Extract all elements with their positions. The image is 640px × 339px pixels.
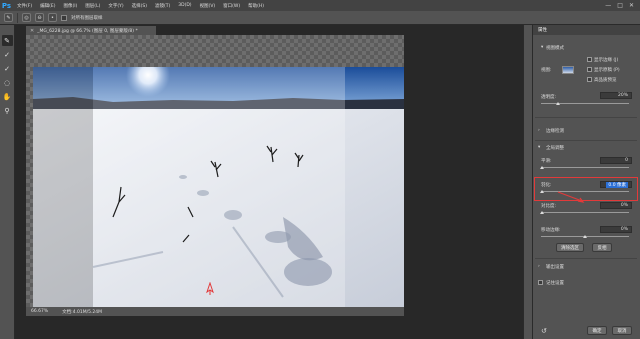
menu-image[interactable]: 图像(I) [59,3,81,9]
smooth-slider[interactable] [541,167,629,168]
view-mode-header[interactable]: 视图模式 [546,45,564,51]
hq-preview-checkbox[interactable] [587,77,592,82]
document-title: _MG_6228.jpg @ 66.7% (图层 0, 图层蒙版/8) * [37,28,138,34]
cursor-marker-icon [206,282,214,295]
ok-button[interactable]: 确定 [587,326,607,335]
window-controls: — □ ✕ [605,2,640,9]
menu-3d[interactable]: 3D(D) [174,3,195,8]
view-label: 视图: [541,68,552,73]
view-mode-thumbnail[interactable] [562,66,574,74]
output-settings-header[interactable]: 输出设置 [546,264,564,270]
show-original-checkbox[interactable] [587,67,592,72]
sample-all-layers-checkbox[interactable] [61,14,67,21]
divider [17,12,18,23]
hq-preview-label: 高品质预览 [594,78,617,83]
document-info: 文档:4.01M/5.24M [62,309,103,315]
quick-selection-tool-icon[interactable]: ✎ [1,35,13,46]
brush-preset-icon[interactable]: ✎ [4,13,13,22]
document-tab[interactable]: ✕ _MG_6228.jpg @ 66.7% (图层 0, 图层蒙版/8) * [26,26,156,35]
output-settings-expand-icon[interactable]: › [538,264,540,269]
opacity-slider-thumb[interactable] [556,102,560,105]
options-bar: ✎ ◎ ⊖ • 对所有图层取样 [0,11,640,25]
brush-size-icon[interactable]: • [48,13,57,22]
remember-settings-checkbox[interactable] [538,280,543,285]
photoshop-logo[interactable]: Ps [0,0,13,11]
reset-icon[interactable]: ↺ [541,327,547,335]
menu-select[interactable]: 选择(S) [128,3,151,9]
smooth-slider-thumb[interactable] [540,166,544,169]
maximize-button[interactable]: □ [617,2,623,9]
snow-photo [33,67,404,307]
shift-edge-label: 移动边缘: [541,228,561,233]
panel-icon-strip [523,25,532,339]
global-refine-header[interactable]: 全局调整 [546,145,564,151]
global-refine-collapse-icon[interactable]: ▾ [538,145,540,150]
edge-detect-expand-icon[interactable]: › [538,128,540,133]
menu-type[interactable]: 文字(Y) [104,3,127,9]
zoom-tool-icon[interactable]: ⚲ [2,105,13,116]
menu-filter[interactable]: 滤镜(T) [151,3,174,9]
smooth-label: 平滑: [541,159,552,164]
menu-help[interactable]: 帮助(H) [244,3,268,9]
subtract-selection-icon[interactable]: ⊖ [35,13,44,22]
invert-button[interactable]: 反相 [592,243,612,252]
menu-bar: Ps 文件(F) 编辑(E) 图像(I) 图层(L) 文字(Y) 选择(S) 滤… [0,0,640,11]
red-arrow-annotation [557,191,585,203]
show-edge-checkbox[interactable] [587,57,592,62]
contrast-label: 对比度: [541,204,557,209]
tools-panel: ✎ ✓ ✓ ◌ ✋ ⚲ [0,25,15,339]
menu-file[interactable]: 文件(F) [13,3,36,9]
show-edge-label: 显示边缘 (J) [594,58,619,63]
menu-layer[interactable]: 图层(L) [81,3,104,9]
lasso-tool-icon[interactable]: ◌ [2,77,13,88]
menu-view[interactable]: 视图(V) [196,3,220,9]
close-button[interactable]: ✕ [629,2,634,9]
opacity-input[interactable]: 20% [600,92,632,99]
menu-edit[interactable]: 编辑(E) [36,3,59,9]
divider [535,140,637,141]
clear-selection-button[interactable]: 清除选区 [556,243,584,252]
hand-tool-icon[interactable]: ✋ [2,91,13,102]
edge-detect-header[interactable]: 边缘检测 [546,128,564,134]
close-icon[interactable]: ✕ [30,28,34,34]
contrast-input[interactable]: 0% [600,202,632,209]
menu-window[interactable]: 窗口(W) [219,3,244,9]
remember-settings-label: 记住设置 [546,281,564,286]
show-original-label: 显示原稿 (P) [594,68,620,73]
shift-edge-slider-thumb[interactable] [583,235,587,238]
shift-edge-input[interactable]: 0% [600,226,632,233]
opacity-slider[interactable] [541,103,629,104]
status-bar: 66.67% 文档:4.01M/5.24M [26,307,404,316]
new-selection-icon[interactable]: ◎ [22,13,31,22]
zoom-level[interactable]: 66.67% [31,309,48,314]
divider [535,117,637,118]
brush-tool-icon[interactable]: ✓ [2,63,13,74]
opacity-label: 透明度: [541,95,557,100]
contrast-slider-thumb[interactable] [540,211,544,214]
refine-edge-brush-icon[interactable]: ✓ [2,49,13,60]
contrast-slider[interactable] [541,212,629,213]
view-mode-collapse-icon[interactable]: ▾ [541,45,543,50]
canvas[interactable] [26,35,404,307]
sample-all-layers-label: 对所有图层取样 [71,15,103,21]
smooth-input[interactable]: 0 [600,157,632,164]
divider [535,258,637,259]
minimize-button[interactable]: — [605,2,611,9]
feather-highlight-box [534,177,638,201]
properties-tab[interactable]: 属性 [533,25,640,35]
cancel-button[interactable]: 取消 [612,326,632,335]
